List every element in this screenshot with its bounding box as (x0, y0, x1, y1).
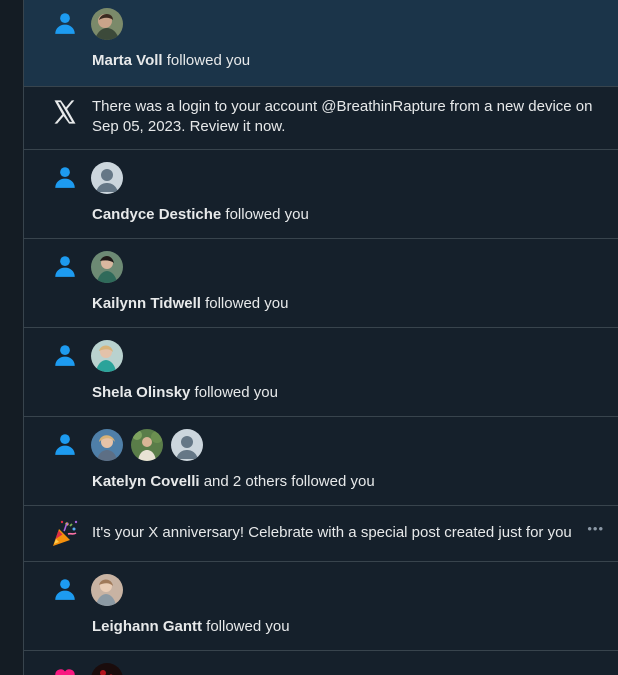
user-name[interactable]: Kailynn Tidwell (92, 295, 201, 312)
avatar[interactable] (91, 251, 123, 283)
x-logo-icon (50, 97, 80, 127)
person-icon (50, 429, 80, 459)
party-popper-icon (50, 518, 80, 548)
notification-follow-candyce-destiche[interactable]: Candyce Destiche followed you (24, 150, 618, 239)
notification-security[interactable]: There was a login to your account @Breat… (24, 87, 618, 150)
avatar[interactable] (91, 663, 123, 675)
default-avatar[interactable] (171, 429, 203, 461)
notification-like[interactable] (24, 651, 618, 675)
notification-text: Marta Voll followed you (92, 52, 251, 69)
avatar[interactable] (91, 8, 123, 40)
user-name[interactable]: Candyce Destiche (92, 206, 221, 223)
notification-text: Shela Olinsky followed you (92, 384, 278, 401)
more-icon[interactable]: ••• (587, 522, 604, 535)
notifications-page: Marta Voll followed you There was a logi… (0, 0, 618, 675)
left-sidebar-edge (0, 0, 24, 675)
user-name[interactable]: Katelyn Covelli (92, 473, 200, 490)
heart-icon (50, 663, 80, 675)
notification-anniversary[interactable]: It's your X anniversary! Celebrate with … (24, 506, 618, 562)
notification-text: Kailynn Tidwell followed you (92, 295, 289, 312)
avatar[interactable] (91, 429, 123, 461)
avatar[interactable] (91, 574, 123, 606)
notification-text: Leighann Gantt followed you (92, 618, 290, 635)
notification-text: Katelyn Covelli and 2 others followed yo… (92, 473, 375, 490)
notification-follow-marta-voll[interactable]: Marta Voll followed you (24, 0, 618, 87)
default-avatar[interactable] (91, 162, 123, 194)
user-name[interactable]: Marta Voll (92, 52, 163, 69)
person-icon (50, 574, 80, 604)
notification-text: Candyce Destiche followed you (92, 206, 309, 223)
person-icon (50, 340, 80, 370)
security-message: There was a login to your account @Breat… (92, 98, 593, 135)
notifications-feed: Marta Voll followed you There was a logi… (24, 0, 618, 675)
person-icon (50, 8, 80, 38)
user-name[interactable]: Leighann Gantt (92, 618, 202, 635)
user-name[interactable]: Shela Olinsky (92, 384, 190, 401)
notification-follow-kailynn-tidwell[interactable]: Kailynn Tidwell followed you (24, 239, 618, 328)
avatar[interactable] (131, 429, 163, 461)
anniversary-message: It's your X anniversary! Celebrate with … (92, 524, 572, 541)
notification-follow-shela-olinsky[interactable]: Shela Olinsky followed you (24, 328, 618, 417)
avatar[interactable] (91, 340, 123, 372)
notification-follow-leighann-gantt[interactable]: Leighann Gantt followed you (24, 562, 618, 651)
person-icon (50, 251, 80, 281)
person-icon (50, 162, 80, 192)
notification-follow-katelyn-covelli[interactable]: Katelyn Covelli and 2 others followed yo… (24, 417, 618, 506)
